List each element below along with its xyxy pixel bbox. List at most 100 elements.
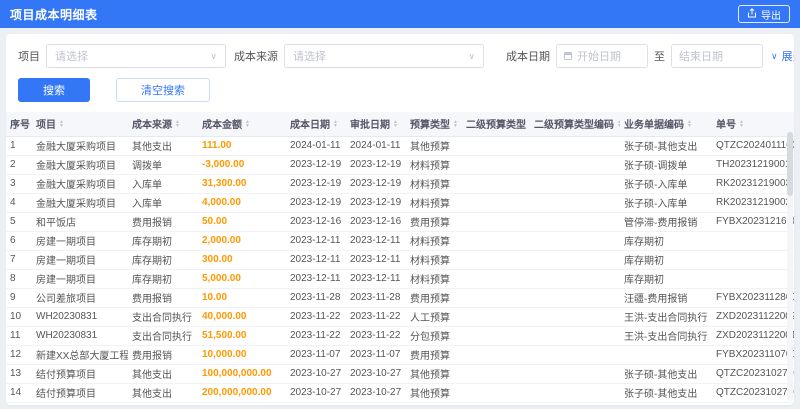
cell-doc-no: QTZC20231027002 <box>712 402 794 405</box>
cell-sub-budget-type <box>462 174 530 194</box>
cell-doc-no: RK20231219002 <box>712 193 794 213</box>
column-label: 单号 <box>716 120 736 132</box>
cell-cost-date: 2023-10-27 <box>286 383 346 403</box>
sort-icon[interactable]: ▲▼ <box>739 119 744 128</box>
sort-icon[interactable]: ▲▼ <box>529 119 530 128</box>
project-filter-label: 项目 <box>18 51 40 63</box>
start-date-input[interactable]: 开始日期 <box>556 44 648 68</box>
table-row[interactable]: 12新建XX总部大厦工程二期费用报销10,000.002023-11-07202… <box>6 345 794 365</box>
sort-icon[interactable]: ▲▼ <box>333 119 338 128</box>
sort-icon[interactable]: ▲▼ <box>617 119 620 128</box>
column-header-project[interactable]: 项目 ▲ ▼ <box>32 112 128 137</box>
cell-cost-amount: 300.00 <box>198 250 286 270</box>
table-row[interactable]: 1 金融大厦采购项目 其他支出 111.00 2024-01-11 2024-01-11 其… <box>6 136 794 156</box>
cell-cost-date: 2023-12-11 <box>286 269 346 289</box>
column-header-cost-source[interactable]: 成本来源 ▲ ▼ <box>128 112 198 137</box>
column-header-sub-budget-type-code[interactable]: 二级预算类型编码 ▲ ▼ <box>530 112 620 137</box>
clear-search-button[interactable]: 清空搜索 <box>116 78 210 102</box>
column-label: 二级预算类型编码 <box>534 120 614 132</box>
sort-icon[interactable]: ▲▼ <box>245 119 250 128</box>
expand-filters-link[interactable]: ∨ 展开筛选 <box>771 48 794 64</box>
cell-sub-budget-type <box>462 326 530 346</box>
cell-approval-date: 2023-12-19 <box>346 155 406 175</box>
cell-sub-budget-type <box>462 155 530 175</box>
column-header-business-doc[interactable]: 业务单据编码 ▲ ▼ <box>620 112 712 137</box>
cost-source-select[interactable]: 请选择 ∨ <box>284 44 484 68</box>
cost-source-select-placeholder: 请选择 <box>293 51 326 63</box>
column-header-cost-amount[interactable]: 成本金额 ▲ ▼ <box>198 112 286 137</box>
table-row[interactable]: 14 结付预算项目 其他支出 200,000,000.00 2023-10-27 2023… <box>6 383 794 403</box>
cell-cost-amount: 5,000.00 <box>198 269 286 289</box>
table-row[interactable]: 4 金融大厦采购项目 入库单 4,000.00 2023-12-19 2023-12-19… <box>6 193 794 213</box>
cell-budget-type: 材料预算 <box>406 155 462 175</box>
cell-index: 2 <box>6 155 32 175</box>
cell-cost-amount: -3,000.00 <box>198 155 286 175</box>
column-label: 项目 <box>36 120 56 132</box>
cell-cost-date: 2023-10-27 <box>286 364 346 384</box>
cell-business-doc: 张子硕-其他支出 <box>620 383 712 403</box>
cell-cost-source: 调拨单 <box>128 155 198 175</box>
sort-icon[interactable]: ▲▼ <box>393 119 398 128</box>
table-row[interactable]: 6 房建一期项目 库存期初 2,000.00 2023-12-11 2023-12-11 材… <box>6 231 794 251</box>
scrollbar-thumb[interactable] <box>787 132 793 196</box>
cell-sub-budget-type-code <box>530 383 620 403</box>
cell-business-doc: 张子硕-入库单 <box>620 193 712 213</box>
table-row[interactable]: 3 金融大厦采购项目 入库单 31,300.00 2023-12-19 2023-12-1… <box>6 174 794 194</box>
cell-cost-date: 2023-12-19 <box>286 193 346 213</box>
sort-icon[interactable]: ▲▼ <box>175 119 180 128</box>
cell-index: 1 <box>6 136 32 156</box>
cell-cost-source: 费用报销 <box>128 345 198 365</box>
table-row[interactable]: 8 房建一期项目 库存期初 5,000.00 2023-12-11 2023-12-11 材… <box>6 269 794 289</box>
table-row[interactable]: 5 和平饭店 费用报销 50.00 2023-12-16 2023-12-16 费用预算 管停… <box>6 212 794 232</box>
cell-sub-budget-type <box>462 364 530 384</box>
column-label: 成本来源 <box>132 120 172 132</box>
cell-budget-type: 费用预算 <box>406 345 462 365</box>
end-date-input[interactable]: 结束日期 <box>671 44 763 68</box>
table-row[interactable]: 13 结付预算项目 其他支出 100,000,000.00 2023-10-27 2023… <box>6 364 794 384</box>
cell-business-doc: 张子硕-入库单 <box>620 174 712 194</box>
cell-project: 和平饭店 <box>32 212 128 232</box>
sort-icon[interactable]: ▲▼ <box>453 119 458 128</box>
cell-sub-budget-type-code <box>530 231 620 251</box>
table-row[interactable]: 11 WH20230831 支出合同执行 51,500.00 2023-11-22 202… <box>6 326 794 346</box>
export-button[interactable]: 导出 <box>738 5 790 23</box>
column-header-index[interactable]: 序号▲▼ <box>6 112 32 137</box>
cell-index: 15 <box>6 402 32 405</box>
cell-project: 金融大厦采购项目 <box>32 174 128 194</box>
table-row[interactable]: 10 WH20230831 支出合同执行 40,000.00 2023-11-22 202… <box>6 307 794 327</box>
column-header-doc-no[interactable]: 单号 ▲ ▼ <box>712 112 794 137</box>
cell-cost-amount: 10,000.00 <box>198 345 286 365</box>
column-header-approval-date[interactable]: 审批日期 ▲ ▼ <box>346 112 406 137</box>
cell-project: WH20230831 <box>32 307 128 327</box>
cell-cost-amount: 50.00 <box>198 212 286 232</box>
cell-index: 5 <box>6 212 32 232</box>
cell-budget-type: 材料预算 <box>406 231 462 251</box>
cell-cost-source: 其他支出 <box>128 136 198 156</box>
column-header-cost-date[interactable]: 成本日期 ▲ ▼ <box>286 112 346 137</box>
column-header-budget-type[interactable]: 预算类型 ▲ ▼ <box>406 112 462 137</box>
sort-icon[interactable]: ▲▼ <box>59 119 64 128</box>
cell-index: 12 <box>6 345 32 365</box>
cell-cost-source: 其他支出 <box>128 383 198 403</box>
sort-icon[interactable]: ▲▼ <box>687 119 692 128</box>
cell-business-doc: 库存期初 <box>620 231 712 251</box>
column-header-sub-budget-type[interactable]: 二级预算类型▲▼ <box>462 112 530 137</box>
cell-cost-source: 库存期初 <box>128 231 198 251</box>
search-button[interactable]: 搜索 <box>18 78 90 102</box>
table-row[interactable]: 9 公司差旅项目 费用报销 10.00 2023-11-28 2023-11-28 费用预算… <box>6 288 794 308</box>
cell-sub-budget-type <box>462 193 530 213</box>
content-panel: 项目 请选择 ∨ 成本来源 请选择 ∨ 成本日期 开始日期 至 结束日期 ∨ 展… <box>6 34 794 405</box>
table-row[interactable]: 2 金融大厦采购项目 调拨单 -3,000.00 2023-12-19 2023-12-1… <box>6 155 794 175</box>
vertical-scrollbar[interactable] <box>787 130 793 401</box>
cell-sub-budget-type-code <box>530 136 620 156</box>
cell-project: 房建一期项目 <box>32 269 128 289</box>
project-select[interactable]: 请选择 ∨ <box>46 44 226 68</box>
cell-cost-amount: 40,000.00 <box>198 307 286 327</box>
cell-cost-source: 入库单 <box>128 174 198 194</box>
table-row[interactable]: 15结付预算项目其他支出300,000,000.002023-10-272023… <box>6 402 794 405</box>
cell-sub-budget-type <box>462 307 530 327</box>
cost-date-filter-label: 成本日期 <box>506 51 550 63</box>
cell-approval-date: 2023-11-07 <box>346 345 406 365</box>
table-row[interactable]: 7 房建一期项目 库存期初 300.00 2023-12-11 2023-12-11 材料预… <box>6 250 794 270</box>
cell-sub-budget-type <box>462 136 530 156</box>
